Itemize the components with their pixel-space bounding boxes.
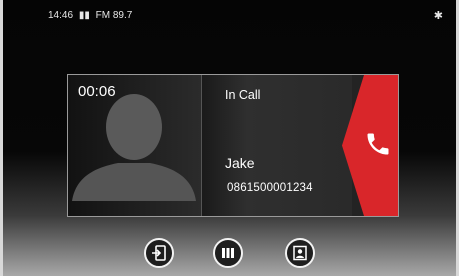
call-toolbar bbox=[0, 238, 459, 274]
contacts-icon bbox=[293, 245, 307, 261]
caller-number: 0861500001234 bbox=[227, 182, 313, 194]
caller-name: Jake bbox=[225, 155, 255, 171]
keypad-button[interactable] bbox=[213, 238, 243, 268]
call-card: 00:06 In Call Jake 0861500001234 bbox=[67, 74, 399, 217]
call-timer: 00:06 bbox=[78, 83, 116, 100]
contacts-button[interactable] bbox=[285, 238, 315, 268]
keypad-icon bbox=[222, 248, 234, 258]
signal-bars-icon: ▮▮ bbox=[78, 10, 90, 21]
transfer-to-phone-icon bbox=[152, 245, 166, 261]
status-bar: 14:46 ▮▮ FM 89.7 bbox=[48, 10, 135, 21]
screen-frame-left bbox=[0, 0, 3, 276]
call-state: In Call bbox=[225, 88, 261, 102]
phone-hangup-icon bbox=[367, 133, 389, 155]
caller-avatar: 00:06 bbox=[68, 75, 202, 216]
radio-station: FM 89.7 bbox=[95, 10, 133, 21]
transfer-to-phone-button[interactable] bbox=[144, 238, 174, 268]
clock: 14:46 bbox=[48, 10, 74, 21]
call-info: In Call Jake 0861500001234 bbox=[202, 75, 352, 216]
bluetooth-icon: ✱ bbox=[433, 10, 443, 22]
